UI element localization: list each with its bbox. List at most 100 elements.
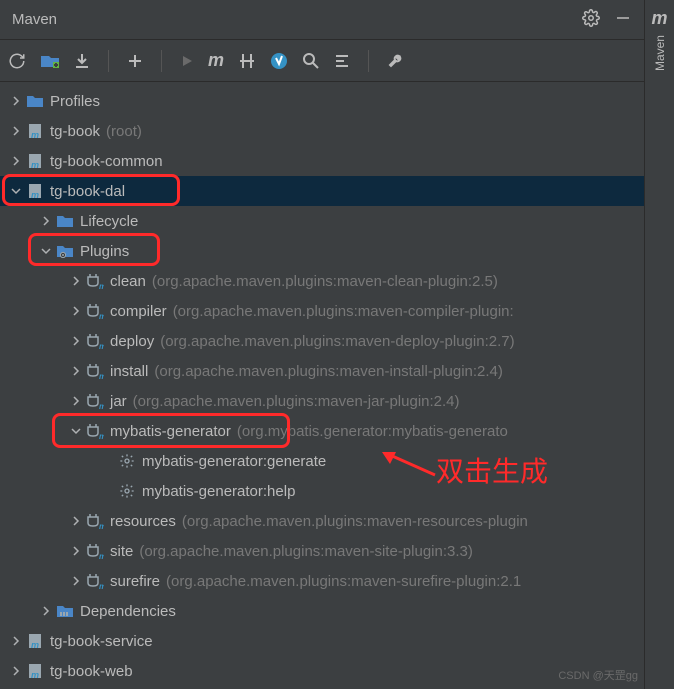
tree-label: tg-book-common (50, 153, 163, 170)
project-tree[interactable]: Profiles m tg-book (root) m tg-book-comm… (0, 82, 644, 689)
chevron-right-icon[interactable] (70, 545, 82, 557)
watermark: CSDN @天罡gg (558, 667, 638, 683)
wrench-icon[interactable] (387, 52, 405, 70)
chevron-right-icon[interactable] (10, 95, 22, 107)
svg-text:m: m (99, 372, 104, 379)
tree-row-goal[interactable]: mybatis-generator:help (0, 476, 644, 506)
plugin-icon: m (86, 393, 104, 409)
panel-title: Maven (12, 11, 568, 28)
tree-hint: (org.apache.maven.plugins:maven-install-… (154, 363, 503, 380)
tree-row-dependencies[interactable]: Dependencies (0, 596, 644, 626)
tree-label: Profiles (50, 93, 100, 110)
maven-module-icon: m (26, 633, 44, 649)
tree-row-goal[interactable]: mybatis-generator:generate (0, 446, 644, 476)
tree-label: mybatis-generator:generate (142, 453, 326, 470)
settings-icon[interactable] (582, 9, 600, 31)
titlebar: Maven (0, 0, 644, 40)
gear-icon (118, 483, 136, 499)
chevron-right-icon[interactable] (40, 215, 52, 227)
tree-label: surefire (110, 573, 160, 590)
tree-row-plugin[interactable]: m site (org.apache.maven.plugins:maven-s… (0, 536, 644, 566)
collapse-icon[interactable] (334, 53, 350, 69)
tree-label: Plugins (80, 243, 129, 260)
tree-hint: (org.apache.maven.plugins:maven-site-plu… (139, 543, 473, 560)
right-sidebar[interactable]: m Maven (644, 0, 674, 689)
chevron-right-icon[interactable] (10, 635, 22, 647)
maven-m-icon[interactable]: m (208, 50, 224, 71)
tree-row-plugin[interactable]: m deploy (org.apache.maven.plugins:maven… (0, 326, 644, 356)
svg-text:m: m (31, 670, 39, 679)
tree-row-module[interactable]: m tg-book-web (0, 656, 644, 686)
tree-label: jar (110, 393, 127, 410)
tree-label: mybatis-generator (110, 423, 231, 440)
svg-text:m: m (99, 282, 104, 289)
tree-row-lifecycle[interactable]: Lifecycle (0, 206, 644, 236)
tree-row-plugins[interactable]: Plugins (0, 236, 644, 266)
right-tab-label: Maven (653, 35, 667, 71)
separator (368, 50, 369, 72)
svg-text:m: m (99, 432, 104, 439)
chevron-right-icon[interactable] (70, 515, 82, 527)
tree-label: tg-book-service (50, 633, 153, 650)
chevron-right-icon[interactable] (70, 365, 82, 377)
tree-label: install (110, 363, 148, 380)
tree-row-plugin[interactable]: m resources (org.apache.maven.plugins:ma… (0, 506, 644, 536)
tree-hint: (org.mybatis.generator:mybatis-generato (237, 423, 508, 440)
tree-hint: (org.apache.maven.plugins:maven-compiler… (173, 303, 514, 320)
svg-text:m: m (99, 522, 104, 529)
tree-label: site (110, 543, 133, 560)
tree-hint: (root) (106, 123, 142, 140)
tree-row-plugin[interactable]: m install (org.apache.maven.plugins:mave… (0, 356, 644, 386)
svg-text:m: m (99, 312, 104, 319)
generate-sources-icon[interactable] (40, 53, 60, 69)
chevron-down-icon[interactable] (10, 185, 22, 197)
tree-hint: (org.apache.maven.plugins:maven-deploy-p… (160, 333, 514, 350)
minimize-icon[interactable] (614, 9, 632, 31)
tree-row-module-selected[interactable]: m tg-book-dal (0, 176, 644, 206)
tree-hint: (org.apache.maven.plugins:maven-surefire… (166, 573, 521, 590)
tree-row-profiles[interactable]: Profiles (0, 86, 644, 116)
tree-row-plugin[interactable]: m surefire (org.apache.maven.plugins:mav… (0, 566, 644, 596)
plugin-icon: m (86, 303, 104, 319)
svg-text:m: m (99, 582, 104, 589)
plugin-icon: m (86, 333, 104, 349)
chevron-right-icon[interactable] (70, 275, 82, 287)
tree-row-module[interactable]: m tg-book-service (0, 626, 644, 656)
tree-row-plugin[interactable]: m jar (org.apache.maven.plugins:maven-ja… (0, 386, 644, 416)
tree-hint: (org.apache.maven.plugins:maven-resource… (182, 513, 528, 530)
plugin-icon: m (86, 513, 104, 529)
chevron-right-icon[interactable] (40, 605, 52, 617)
tree-label: tg-book-web (50, 663, 133, 680)
offline-icon[interactable] (270, 52, 288, 70)
maven-glyph-icon: m (651, 8, 667, 29)
plugin-icon: m (86, 273, 104, 289)
tree-row-plugin-expanded[interactable]: m mybatis-generator (org.mybatis.generat… (0, 416, 644, 446)
svg-text:m: m (31, 640, 39, 649)
skip-tests-icon[interactable] (238, 52, 256, 70)
add-icon[interactable] (127, 53, 143, 69)
chevron-right-icon[interactable] (70, 305, 82, 317)
chevron-right-icon[interactable] (70, 335, 82, 347)
tree-row-module[interactable]: m tg-book (root) (0, 116, 644, 146)
chevron-right-icon[interactable] (10, 125, 22, 137)
svg-text:m: m (99, 402, 104, 409)
tree-label: Dependencies (80, 603, 176, 620)
plugin-icon: m (86, 573, 104, 589)
search-icon[interactable] (302, 52, 320, 70)
run-icon[interactable] (180, 54, 194, 68)
tree-row-plugin[interactable]: m clean (org.apache.maven.plugins:maven-… (0, 266, 644, 296)
plugin-icon: m (86, 423, 104, 439)
refresh-icon[interactable] (8, 52, 26, 70)
download-icon[interactable] (74, 53, 90, 69)
chevron-right-icon[interactable] (70, 395, 82, 407)
tree-label: compiler (110, 303, 167, 320)
tree-row-module[interactable]: m tg-book-common (0, 146, 644, 176)
chevron-down-icon[interactable] (70, 425, 82, 437)
chevron-right-icon[interactable] (70, 575, 82, 587)
chevron-right-icon[interactable] (10, 155, 22, 167)
tree-label: mybatis-generator:help (142, 483, 295, 500)
chevron-down-icon[interactable] (40, 245, 52, 257)
chevron-right-icon[interactable] (10, 665, 22, 677)
svg-text:m: m (99, 552, 104, 559)
tree-row-plugin[interactable]: m compiler (org.apache.maven.plugins:mav… (0, 296, 644, 326)
